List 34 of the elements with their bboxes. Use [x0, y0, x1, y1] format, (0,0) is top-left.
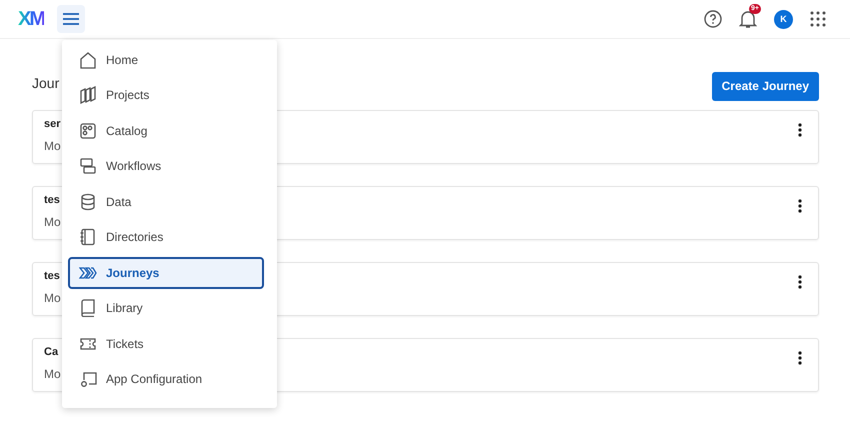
card-title: tes	[44, 194, 61, 206]
more-options-icon[interactable]	[798, 123, 802, 137]
menu-button[interactable]	[57, 5, 85, 33]
database-icon	[79, 192, 97, 211]
apps-grid-icon[interactable]	[810, 11, 826, 27]
card-subtitle: Mo	[44, 291, 61, 305]
page-heading: Jour	[32, 75, 60, 91]
stacked-pages-icon	[79, 86, 97, 104]
home-icon	[79, 50, 97, 69]
card-subtitle: Mo	[44, 367, 61, 381]
menu-item[interactable]: Catalog	[68, 115, 264, 146]
more-options-icon[interactable]	[798, 275, 802, 289]
card-subtitle: Mo	[44, 139, 61, 153]
notebook-icon	[79, 228, 97, 246]
menu-item[interactable]: Projects	[68, 80, 264, 111]
card-title: ser	[44, 118, 61, 130]
menu-item[interactable]: Data	[68, 186, 264, 218]
menu-item[interactable]: App Configuration	[68, 364, 264, 395]
user-avatar[interactable]: K	[774, 10, 793, 28]
monitor-gear-icon	[79, 370, 97, 388]
more-options-icon[interactable]	[798, 199, 802, 213]
menu-icon	[63, 13, 79, 25]
card-title: Ca	[44, 346, 60, 358]
workflow-icon	[79, 157, 97, 176]
catalog-icon	[79, 122, 97, 140]
create-journey-button[interactable]: Create Journey	[712, 72, 819, 100]
menu-item[interactable]: Journeys	[68, 257, 264, 288]
help-icon[interactable]	[704, 10, 722, 28]
notification-bell-icon[interactable]	[739, 10, 757, 28]
card-title: tes	[44, 270, 61, 282]
card-subtitle: Mo	[44, 215, 61, 229]
menu-item[interactable]: Home	[68, 44, 264, 76]
more-options-icon[interactable]	[798, 351, 802, 365]
book-icon	[79, 299, 97, 318]
